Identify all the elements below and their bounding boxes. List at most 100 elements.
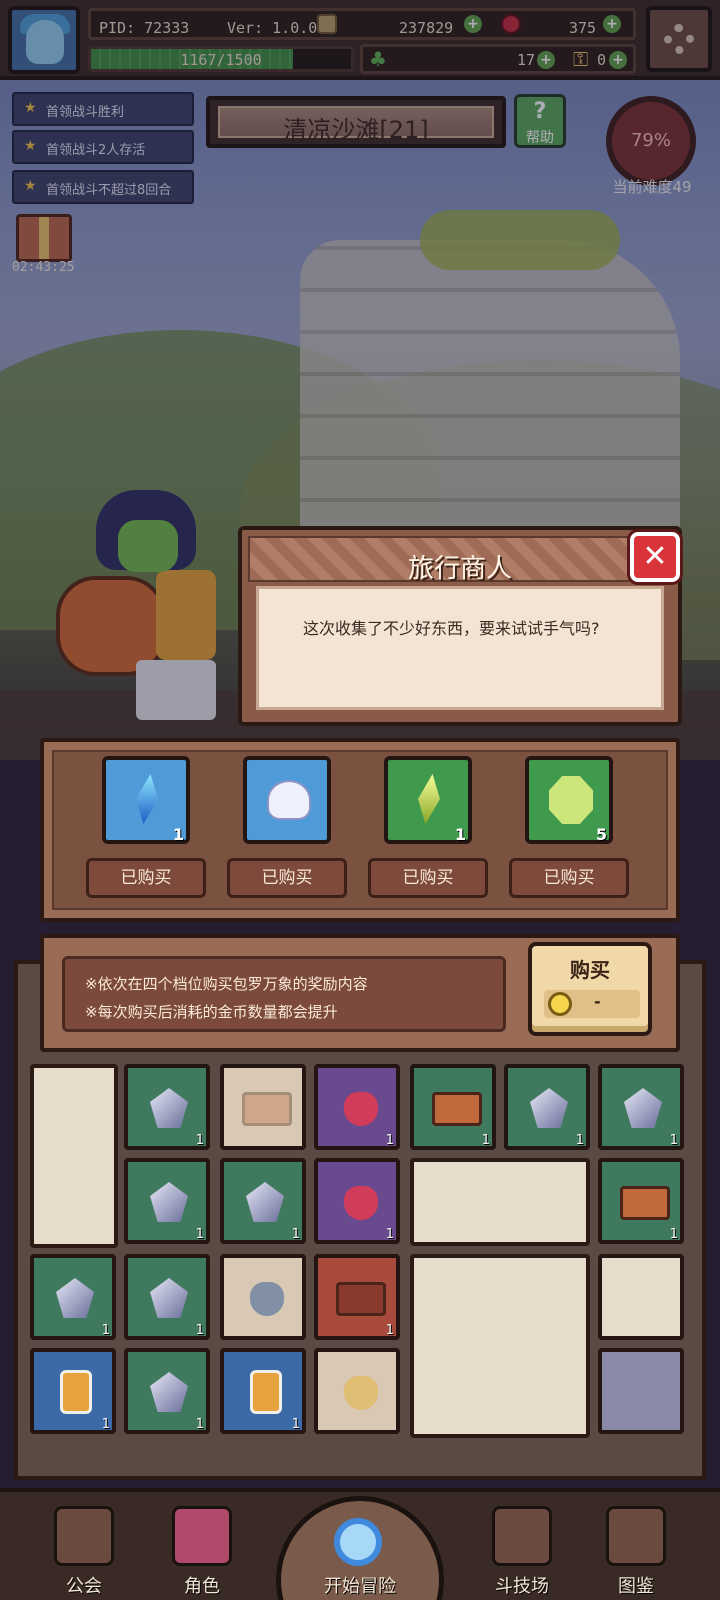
xp-row: 1167/1500 ♣ 17 + ⚿ 0 +	[88, 44, 636, 74]
crystal-icon	[246, 1182, 284, 1222]
inventory-slot[interactable]: 1	[598, 1064, 684, 1150]
treasure-chest-icon	[336, 1282, 386, 1316]
crossed-swords-icon	[492, 1506, 552, 1566]
settings-button[interactable]	[646, 6, 712, 72]
timed-chest-icon[interactable]	[16, 214, 72, 262]
stone-ruin	[300, 240, 680, 540]
inventory-slot[interactable]: 1	[124, 1348, 210, 1434]
start-adventure-button[interactable]: 开始冒险	[276, 1496, 444, 1600]
gem-amount: 375	[569, 19, 597, 37]
clover-icon: ♣	[369, 47, 387, 71]
shop-panel: 1 已购买 已购买 1 已购买 5 已购买	[40, 738, 680, 922]
berry-icon	[344, 1092, 378, 1126]
inventory-slot[interactable]: 1	[124, 1158, 210, 1244]
key-amount: 0	[597, 51, 607, 69]
inventory-slot[interactable]: 1	[314, 1064, 400, 1150]
nav-role[interactable]: 角色	[158, 1506, 246, 1597]
inventory-slot[interactable]: 1	[410, 1064, 496, 1150]
green-crystal-icon	[414, 774, 443, 824]
inventory-slot[interactable]: 1	[30, 1348, 116, 1434]
gold-coin-icon	[317, 14, 337, 34]
question-icon: ?	[533, 99, 547, 124]
inventory-slot[interactable]: 1	[124, 1064, 210, 1150]
crystal-icon	[150, 1278, 188, 1318]
quest-label: 首领战斗2人存活	[46, 143, 146, 158]
honey-jar-icon	[250, 1370, 282, 1414]
item-count: 1	[172, 825, 184, 844]
quest-item[interactable]: ★ 首领战斗不超过8回合	[12, 170, 194, 204]
purchase-panel: ※依次在四个档位购买包罗万象的奖励内容 ※每次购买后消耗的金币数量都会提升 购买…	[40, 934, 680, 1052]
crystal-icon	[530, 1088, 568, 1128]
crystal-icon	[624, 1088, 662, 1128]
dialog-body: 这次收集了不少好东西，要来试试手气吗?	[256, 586, 664, 710]
inventory-slot[interactable]: 1	[314, 1254, 400, 1340]
crate-icon	[432, 1092, 482, 1126]
help-button[interactable]: ? 帮助	[514, 94, 566, 148]
add-key-icon[interactable]: +	[609, 51, 627, 69]
add-clover-icon[interactable]: +	[537, 51, 555, 69]
inventory-slot[interactable]	[220, 1064, 306, 1150]
inventory-slot[interactable]	[220, 1254, 306, 1340]
buy-button[interactable]: 购买 -	[528, 942, 652, 1036]
crystal-icon	[150, 1372, 188, 1412]
berry-icon	[344, 1186, 378, 1220]
xp-text: 1167/1500	[180, 51, 262, 69]
inventory-slot[interactable]: 1	[220, 1348, 306, 1434]
shop-item[interactable]: 1	[384, 756, 472, 844]
purchased-label: 已购买	[368, 858, 488, 898]
price-box: -	[544, 990, 640, 1018]
merchant-character	[56, 490, 256, 730]
player-id: PID: 72333	[99, 19, 190, 37]
gold-coin-icon	[548, 992, 572, 1016]
add-gem-icon[interactable]: +	[603, 15, 621, 33]
inventory-slot[interactable]: 1	[598, 1158, 684, 1244]
rule-line: ※每次购买后消耗的金币数量都会提升	[85, 1003, 338, 1021]
merchant-body	[156, 570, 216, 660]
ghost-statue-tile[interactable]	[410, 1254, 590, 1438]
item-count: 1	[454, 825, 466, 844]
inventory-slot[interactable]	[598, 1348, 684, 1434]
inventory-slot[interactable]: 1	[504, 1064, 590, 1150]
guild-hall-icon	[54, 1506, 114, 1566]
clover-amount: 17	[517, 51, 536, 69]
adventure-label: 开始冒险	[324, 1576, 396, 1597]
ghost-item-tile[interactable]	[30, 1064, 118, 1248]
shop-item[interactable]: 5	[525, 756, 613, 844]
shop-item[interactable]	[243, 756, 331, 844]
inventory-slot[interactable]	[598, 1254, 684, 1340]
inventory-slot[interactable]: 1	[124, 1254, 210, 1340]
xp-bar: 1167/1500	[88, 46, 354, 72]
ghost-logs-tile[interactable]	[410, 1158, 590, 1246]
nav-label: 图鉴	[618, 1576, 654, 1597]
inventory-slot[interactable]: 1	[314, 1158, 400, 1244]
book-icon	[606, 1506, 666, 1566]
player-avatar[interactable]	[8, 6, 80, 74]
add-gold-icon[interactable]: +	[464, 15, 482, 33]
quest-item[interactable]: ★ 首领战斗2人存活	[12, 130, 194, 164]
rules-box: ※依次在四个档位购买包罗万象的奖励内容 ※每次购买后消耗的金币数量都会提升	[62, 956, 506, 1032]
close-button[interactable]: ✕	[630, 532, 680, 582]
nav-label: 角色	[184, 1576, 220, 1597]
inventory-slot[interactable]: 1	[30, 1254, 116, 1340]
crate-icon	[620, 1186, 670, 1220]
inventory-slot[interactable]	[314, 1348, 400, 1434]
moss	[420, 210, 620, 270]
barrel-icon	[242, 1092, 292, 1126]
nav-arena[interactable]: 斗技场	[478, 1506, 566, 1597]
nav-guild[interactable]: 公会	[40, 1506, 128, 1597]
magnifier-icon	[334, 1518, 382, 1566]
figurine-icon	[250, 1282, 284, 1316]
quest-item[interactable]: ★ 首领战斗胜利	[12, 92, 194, 126]
resource-bar: PID: 72333 Ver: 1.0.0.1 237829 + 375 +	[88, 8, 636, 40]
nav-codex[interactable]: 图鉴	[592, 1506, 680, 1597]
difficulty-dial[interactable]: 79%	[606, 96, 696, 186]
honey-jar-icon	[60, 1370, 92, 1414]
dialog-header: 旅行商人	[248, 536, 672, 584]
star-icon: ★	[24, 138, 37, 154]
character-icon	[172, 1506, 232, 1566]
nav-label: 斗技场	[495, 1576, 549, 1597]
shop-item[interactable]: 1	[102, 756, 190, 844]
inventory-slot[interactable]: 1	[220, 1158, 306, 1244]
star-icon: ★	[24, 178, 37, 194]
key-icon: ⚿	[573, 47, 589, 71]
